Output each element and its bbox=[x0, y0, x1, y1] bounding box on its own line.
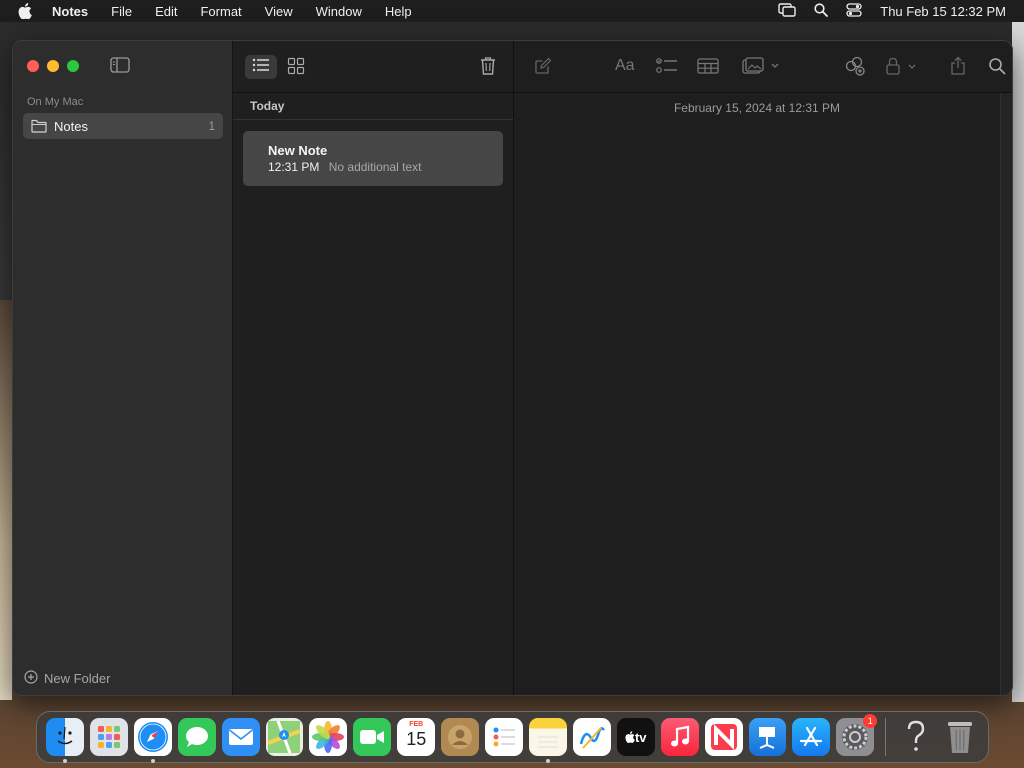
mail-icon[interactable] bbox=[221, 718, 260, 756]
folder-note-count: 1 bbox=[208, 119, 215, 133]
note-date: February 15, 2024 at 12:31 PM bbox=[673, 101, 841, 115]
reminders-icon[interactable] bbox=[485, 718, 523, 756]
menu-app-name[interactable]: Notes bbox=[52, 4, 88, 19]
sidebar: On My Mac Notes 1 New Folder bbox=[13, 41, 233, 695]
zoom-window-button[interactable] bbox=[67, 60, 79, 72]
trash-bin-icon[interactable] bbox=[941, 718, 979, 756]
calendar-month: FEB bbox=[409, 721, 424, 728]
note-list-pane: Today New Note 12:31 PM No additional te… bbox=[233, 41, 514, 695]
window-controls bbox=[27, 60, 79, 72]
checklist-icon[interactable] bbox=[656, 56, 678, 76]
editor-scrollbar[interactable] bbox=[1000, 93, 1012, 695]
note-list-item[interactable]: New Note 12:31 PM No additional text bbox=[243, 131, 503, 186]
note-list-toolbar bbox=[233, 41, 513, 93]
collaborate-icon[interactable] bbox=[844, 56, 866, 76]
music-icon[interactable] bbox=[660, 718, 699, 756]
freeform-icon[interactable] bbox=[572, 718, 611, 756]
desktop-wallpaper-edge-right bbox=[1012, 22, 1024, 702]
plus-circle-icon bbox=[24, 670, 38, 687]
lock-icon[interactable] bbox=[885, 56, 921, 76]
apple-tv-label: tv bbox=[634, 729, 647, 745]
notes-window: On My Mac Notes 1 New Folder Today New N… bbox=[12, 40, 1013, 696]
sidebar-item-label: Notes bbox=[54, 118, 88, 134]
format-text-button[interactable]: Aa bbox=[615, 56, 635, 76]
new-folder-label: New Folder bbox=[44, 671, 111, 686]
list-icon bbox=[252, 58, 270, 77]
search-icon[interactable] bbox=[988, 56, 1006, 76]
contacts-icon[interactable] bbox=[441, 718, 480, 756]
trash-icon bbox=[479, 57, 497, 80]
share-icon[interactable] bbox=[950, 56, 966, 76]
menu-format[interactable]: Format bbox=[200, 4, 241, 19]
close-window-button[interactable] bbox=[27, 60, 39, 72]
dock: FEB 15 tv 1 bbox=[36, 711, 989, 763]
sidebar-toggle-icon[interactable] bbox=[110, 57, 130, 73]
new-folder-button[interactable]: New Folder bbox=[24, 670, 110, 687]
dock-separator bbox=[885, 718, 887, 756]
notes-icon[interactable] bbox=[528, 718, 567, 763]
running-indicator bbox=[545, 759, 550, 763]
menu-clock[interactable]: Thu Feb 15 12:32 PM bbox=[880, 4, 1006, 19]
finder-icon[interactable] bbox=[46, 718, 84, 763]
launchpad-icon[interactable] bbox=[89, 718, 128, 756]
calendar-day: 15 bbox=[406, 729, 427, 749]
menu-help[interactable]: Help bbox=[385, 4, 412, 19]
grid-icon bbox=[287, 57, 305, 79]
menu-bar: Notes File Edit Format View Window Help … bbox=[0, 0, 1024, 22]
editor-toolbar: Aa bbox=[514, 41, 1012, 93]
minimize-window-button[interactable] bbox=[47, 60, 59, 72]
control-center-icon[interactable] bbox=[846, 2, 862, 20]
running-indicator bbox=[150, 759, 155, 763]
app-store-icon[interactable] bbox=[792, 718, 831, 756]
note-editor-pane: Aa February 15, 2024 at 12:31 PM bbox=[514, 41, 1012, 695]
group-divider bbox=[233, 119, 513, 120]
news-icon[interactable] bbox=[704, 718, 743, 756]
menu-window[interactable]: Window bbox=[316, 4, 362, 19]
compose-icon[interactable] bbox=[534, 56, 552, 76]
gallery-view-button[interactable] bbox=[287, 57, 305, 75]
list-view-button[interactable] bbox=[245, 55, 277, 79]
maps-icon[interactable] bbox=[265, 718, 304, 756]
desktop-wallpaper-edge bbox=[0, 300, 12, 700]
sidebar-item-notes[interactable]: Notes 1 bbox=[23, 113, 223, 139]
keynote-icon[interactable] bbox=[748, 718, 787, 756]
facetime-icon[interactable] bbox=[353, 718, 392, 756]
calendar-icon[interactable]: FEB 15 bbox=[397, 718, 436, 756]
menu-edit[interactable]: Edit bbox=[155, 4, 177, 19]
menu-view[interactable]: View bbox=[265, 4, 293, 19]
screen-mirroring-icon[interactable] bbox=[778, 2, 796, 20]
help-icon[interactable] bbox=[897, 718, 935, 756]
note-title: New Note bbox=[268, 143, 328, 158]
running-indicator bbox=[63, 759, 67, 763]
note-preview: No additional text bbox=[328, 160, 422, 174]
note-group-header: Today bbox=[250, 99, 285, 113]
apple-tv-icon[interactable]: tv bbox=[616, 718, 655, 756]
media-insert-icon[interactable] bbox=[742, 56, 780, 76]
delete-note-button[interactable] bbox=[479, 56, 497, 76]
photos-icon[interactable] bbox=[309, 718, 348, 756]
spotlight-search-icon[interactable] bbox=[814, 2, 829, 20]
menu-file[interactable]: File bbox=[111, 4, 132, 19]
note-time: 12:31 PM bbox=[268, 160, 320, 174]
sidebar-section-label: On My Mac bbox=[27, 96, 84, 108]
note-meta: 12:31 PM No additional text bbox=[268, 160, 503, 174]
table-icon[interactable] bbox=[697, 56, 719, 76]
notification-badge: 1 bbox=[863, 714, 878, 728]
safari-icon[interactable] bbox=[133, 718, 172, 763]
apple-menu-icon[interactable] bbox=[18, 3, 34, 19]
system-settings-icon[interactable]: 1 bbox=[836, 714, 878, 756]
folder-icon bbox=[31, 119, 47, 133]
messages-icon[interactable] bbox=[177, 718, 216, 756]
